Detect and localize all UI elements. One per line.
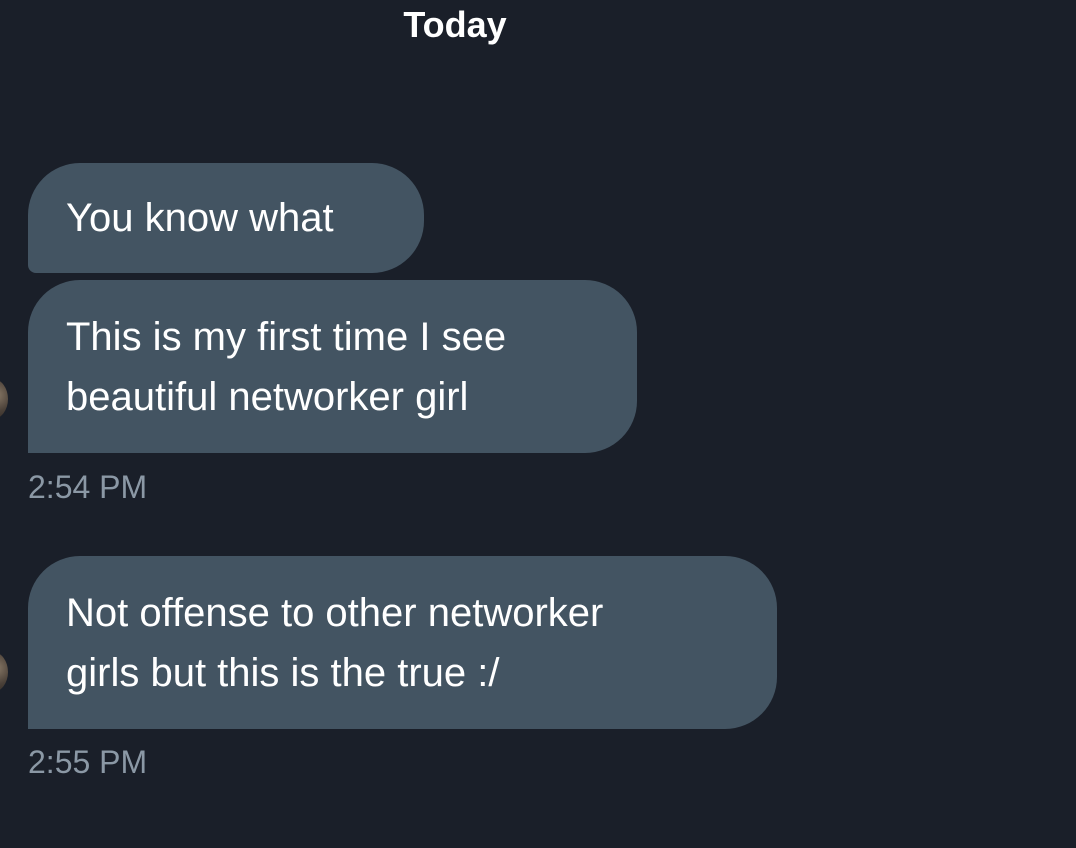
message-text: Not offense to other networker <box>66 591 604 635</box>
message-text: beautiful networker girl <box>66 375 469 419</box>
sender-avatar[interactable] <box>0 652 8 692</box>
day-divider: Today <box>403 4 507 45</box>
message-text: This is my first time I see <box>66 315 507 359</box>
message-bubble[interactable]: Not offense to other networker girls but… <box>28 556 777 729</box>
sender-avatar[interactable] <box>0 379 8 419</box>
message-timestamp: 2:54 PM <box>28 469 148 505</box>
message-bubble[interactable]: This is my first time I see beautiful ne… <box>28 280 637 453</box>
message-bubble[interactable]: You know what <box>28 163 424 273</box>
message-timestamp: 2:55 PM <box>28 744 148 780</box>
message-text: You know what <box>66 196 334 240</box>
message-text: girls but this is the true :/ <box>66 651 500 695</box>
